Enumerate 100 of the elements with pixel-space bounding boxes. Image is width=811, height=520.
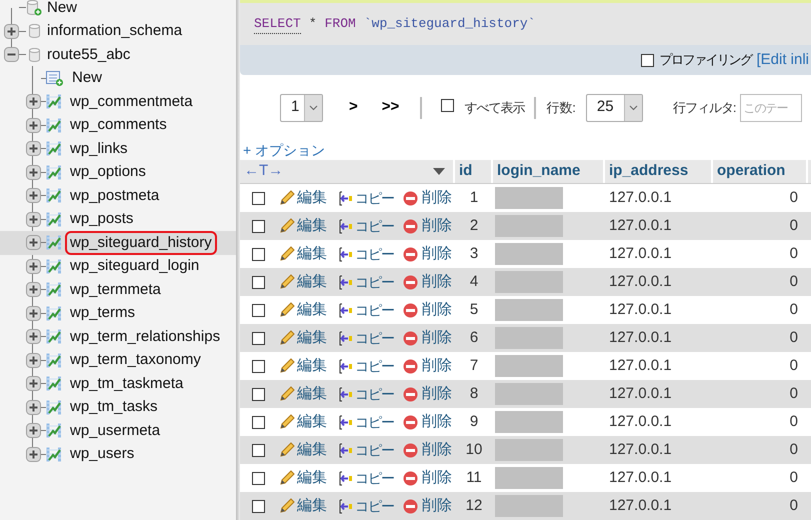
expand-icon[interactable] [26, 141, 41, 156]
edit-link[interactable]: 編集 [297, 326, 327, 350]
pencil-icon [279, 414, 295, 430]
row-checkbox[interactable] [252, 248, 265, 260]
redacted-block [495, 467, 563, 489]
row-checkbox[interactable] [252, 360, 265, 372]
table-link[interactable]: wp_users [65, 442, 140, 466]
row-checkbox[interactable] [252, 304, 265, 316]
delete-link[interactable]: 削除 [422, 270, 452, 294]
edit-link[interactable]: 編集 [297, 494, 327, 518]
row-filter-field[interactable]: このテー [740, 94, 802, 122]
table-link[interactable]: wp_comments [65, 113, 172, 138]
table-link[interactable]: wp_usermeta [65, 418, 166, 443]
copy-link[interactable]: コピー [355, 188, 394, 208]
row-checkbox[interactable] [252, 192, 265, 204]
copy-link[interactable]: コピー [355, 384, 394, 404]
copy-link[interactable]: コピー [355, 216, 394, 236]
copy-link[interactable]: コピー [355, 356, 394, 376]
row-checkbox[interactable] [252, 220, 265, 232]
row-checkbox[interactable] [252, 332, 265, 344]
row-checkbox[interactable] [252, 276, 265, 288]
copy-link[interactable]: コピー [355, 272, 394, 292]
database-link[interactable]: route55_abc [47, 44, 130, 66]
expand-icon[interactable] [4, 24, 19, 39]
expand-icon[interactable] [26, 164, 41, 180]
delete-link[interactable]: 削除 [422, 242, 452, 266]
copy-link[interactable]: コピー [355, 328, 394, 348]
table-link[interactable]: wp_posts [65, 207, 138, 232]
profiling-checkbox[interactable] [641, 54, 654, 66]
table-link[interactable]: wp_links [65, 136, 133, 161]
edit-link[interactable]: 編集 [297, 354, 327, 378]
table-link[interactable]: wp_tm_tasks [65, 395, 163, 420]
table-link[interactable]: wp_tm_taskmeta [65, 372, 188, 396]
table-link[interactable]: wp_termmeta [65, 278, 166, 302]
show-all-checkbox[interactable] [441, 98, 454, 112]
row-checkbox[interactable] [252, 388, 265, 400]
delete-link[interactable]: 削除 [422, 186, 452, 210]
expand-icon[interactable] [26, 258, 41, 274]
edit-link[interactable]: 編集 [297, 382, 327, 406]
delete-link[interactable]: 削除 [422, 298, 452, 322]
edit-link[interactable]: 編集 [297, 298, 327, 322]
collapse-icon[interactable] [4, 47, 19, 62]
delete-link[interactable]: 削除 [422, 214, 452, 238]
copy-link[interactable]: コピー [355, 468, 394, 488]
edit-link[interactable]: 編集 [297, 410, 327, 434]
table-link[interactable]: wp_term_relationships [65, 324, 226, 349]
delete-link[interactable]: 削除 [422, 494, 452, 518]
expand-icon[interactable] [26, 212, 41, 227]
delete-link[interactable]: 削除 [422, 410, 452, 434]
edit-link[interactable]: 編集 [297, 270, 327, 294]
expand-icon[interactable] [26, 235, 41, 250]
copy-link[interactable]: コピー [355, 440, 394, 460]
expand-icon[interactable] [26, 352, 41, 368]
table-link[interactable]: wp_options [65, 160, 151, 184]
new-table-link[interactable]: New [67, 66, 108, 90]
copy-link[interactable]: コピー [355, 300, 394, 320]
copy-link[interactable]: コピー [355, 244, 394, 264]
expand-icon[interactable] [26, 376, 41, 392]
row-checkbox[interactable] [252, 416, 265, 428]
edit-inline-link[interactable]: [Edit inli [756, 48, 809, 72]
table-link[interactable]: wp_siteguard_history [65, 230, 217, 255]
sql-keyword[interactable]: SELECT [254, 14, 301, 34]
delete-link[interactable]: 削除 [422, 382, 452, 406]
copy-link[interactable]: コピー [355, 412, 394, 432]
new-database-link[interactable]: New [47, 0, 78, 19]
edit-link[interactable]: 編集 [297, 438, 327, 462]
delete-link[interactable]: 削除 [422, 326, 452, 350]
copy-link[interactable]: コピー [355, 496, 394, 516]
edit-link[interactable]: 編集 [297, 242, 327, 266]
row-checkbox[interactable] [252, 444, 265, 456]
next-page-button[interactable]: > [349, 96, 358, 119]
delete-link[interactable]: 削除 [422, 466, 452, 490]
table-link[interactable]: wp_postmeta [65, 184, 164, 208]
expand-icon[interactable] [26, 118, 41, 133]
table-link[interactable]: wp_terms [65, 301, 140, 326]
expand-icon[interactable] [26, 423, 41, 438]
edit-link[interactable]: 編集 [297, 214, 327, 238]
table-link[interactable]: wp_siteguard_login [65, 254, 204, 278]
expand-icon[interactable] [26, 446, 41, 462]
expand-icon[interactable] [26, 306, 41, 321]
edit-link[interactable]: 編集 [297, 186, 327, 210]
database-link[interactable]: information_schema [47, 20, 182, 42]
column-toggle-control[interactable]: ←T→ [244, 160, 284, 183]
row-checkbox[interactable] [252, 472, 265, 484]
delete-link[interactable]: 削除 [422, 354, 452, 378]
expand-icon[interactable] [26, 329, 41, 344]
rows-select[interactable]: 25 [586, 94, 643, 122]
options-link[interactable]: + オプション [243, 140, 326, 160]
table-link[interactable]: wp_commentmeta [65, 90, 198, 114]
expand-icon[interactable] [26, 188, 41, 204]
expand-icon[interactable] [26, 94, 41, 110]
edit-link[interactable]: 編集 [297, 466, 327, 490]
sort-menu-icon[interactable] [433, 168, 445, 176]
last-page-button[interactable]: >> [382, 96, 400, 119]
expand-icon[interactable] [26, 400, 41, 415]
page-select[interactable]: 1 [280, 94, 323, 122]
delete-link[interactable]: 削除 [422, 438, 452, 462]
table-link[interactable]: wp_term_taxonomy [65, 348, 206, 372]
row-checkbox[interactable] [252, 500, 265, 512]
expand-icon[interactable] [26, 282, 41, 298]
